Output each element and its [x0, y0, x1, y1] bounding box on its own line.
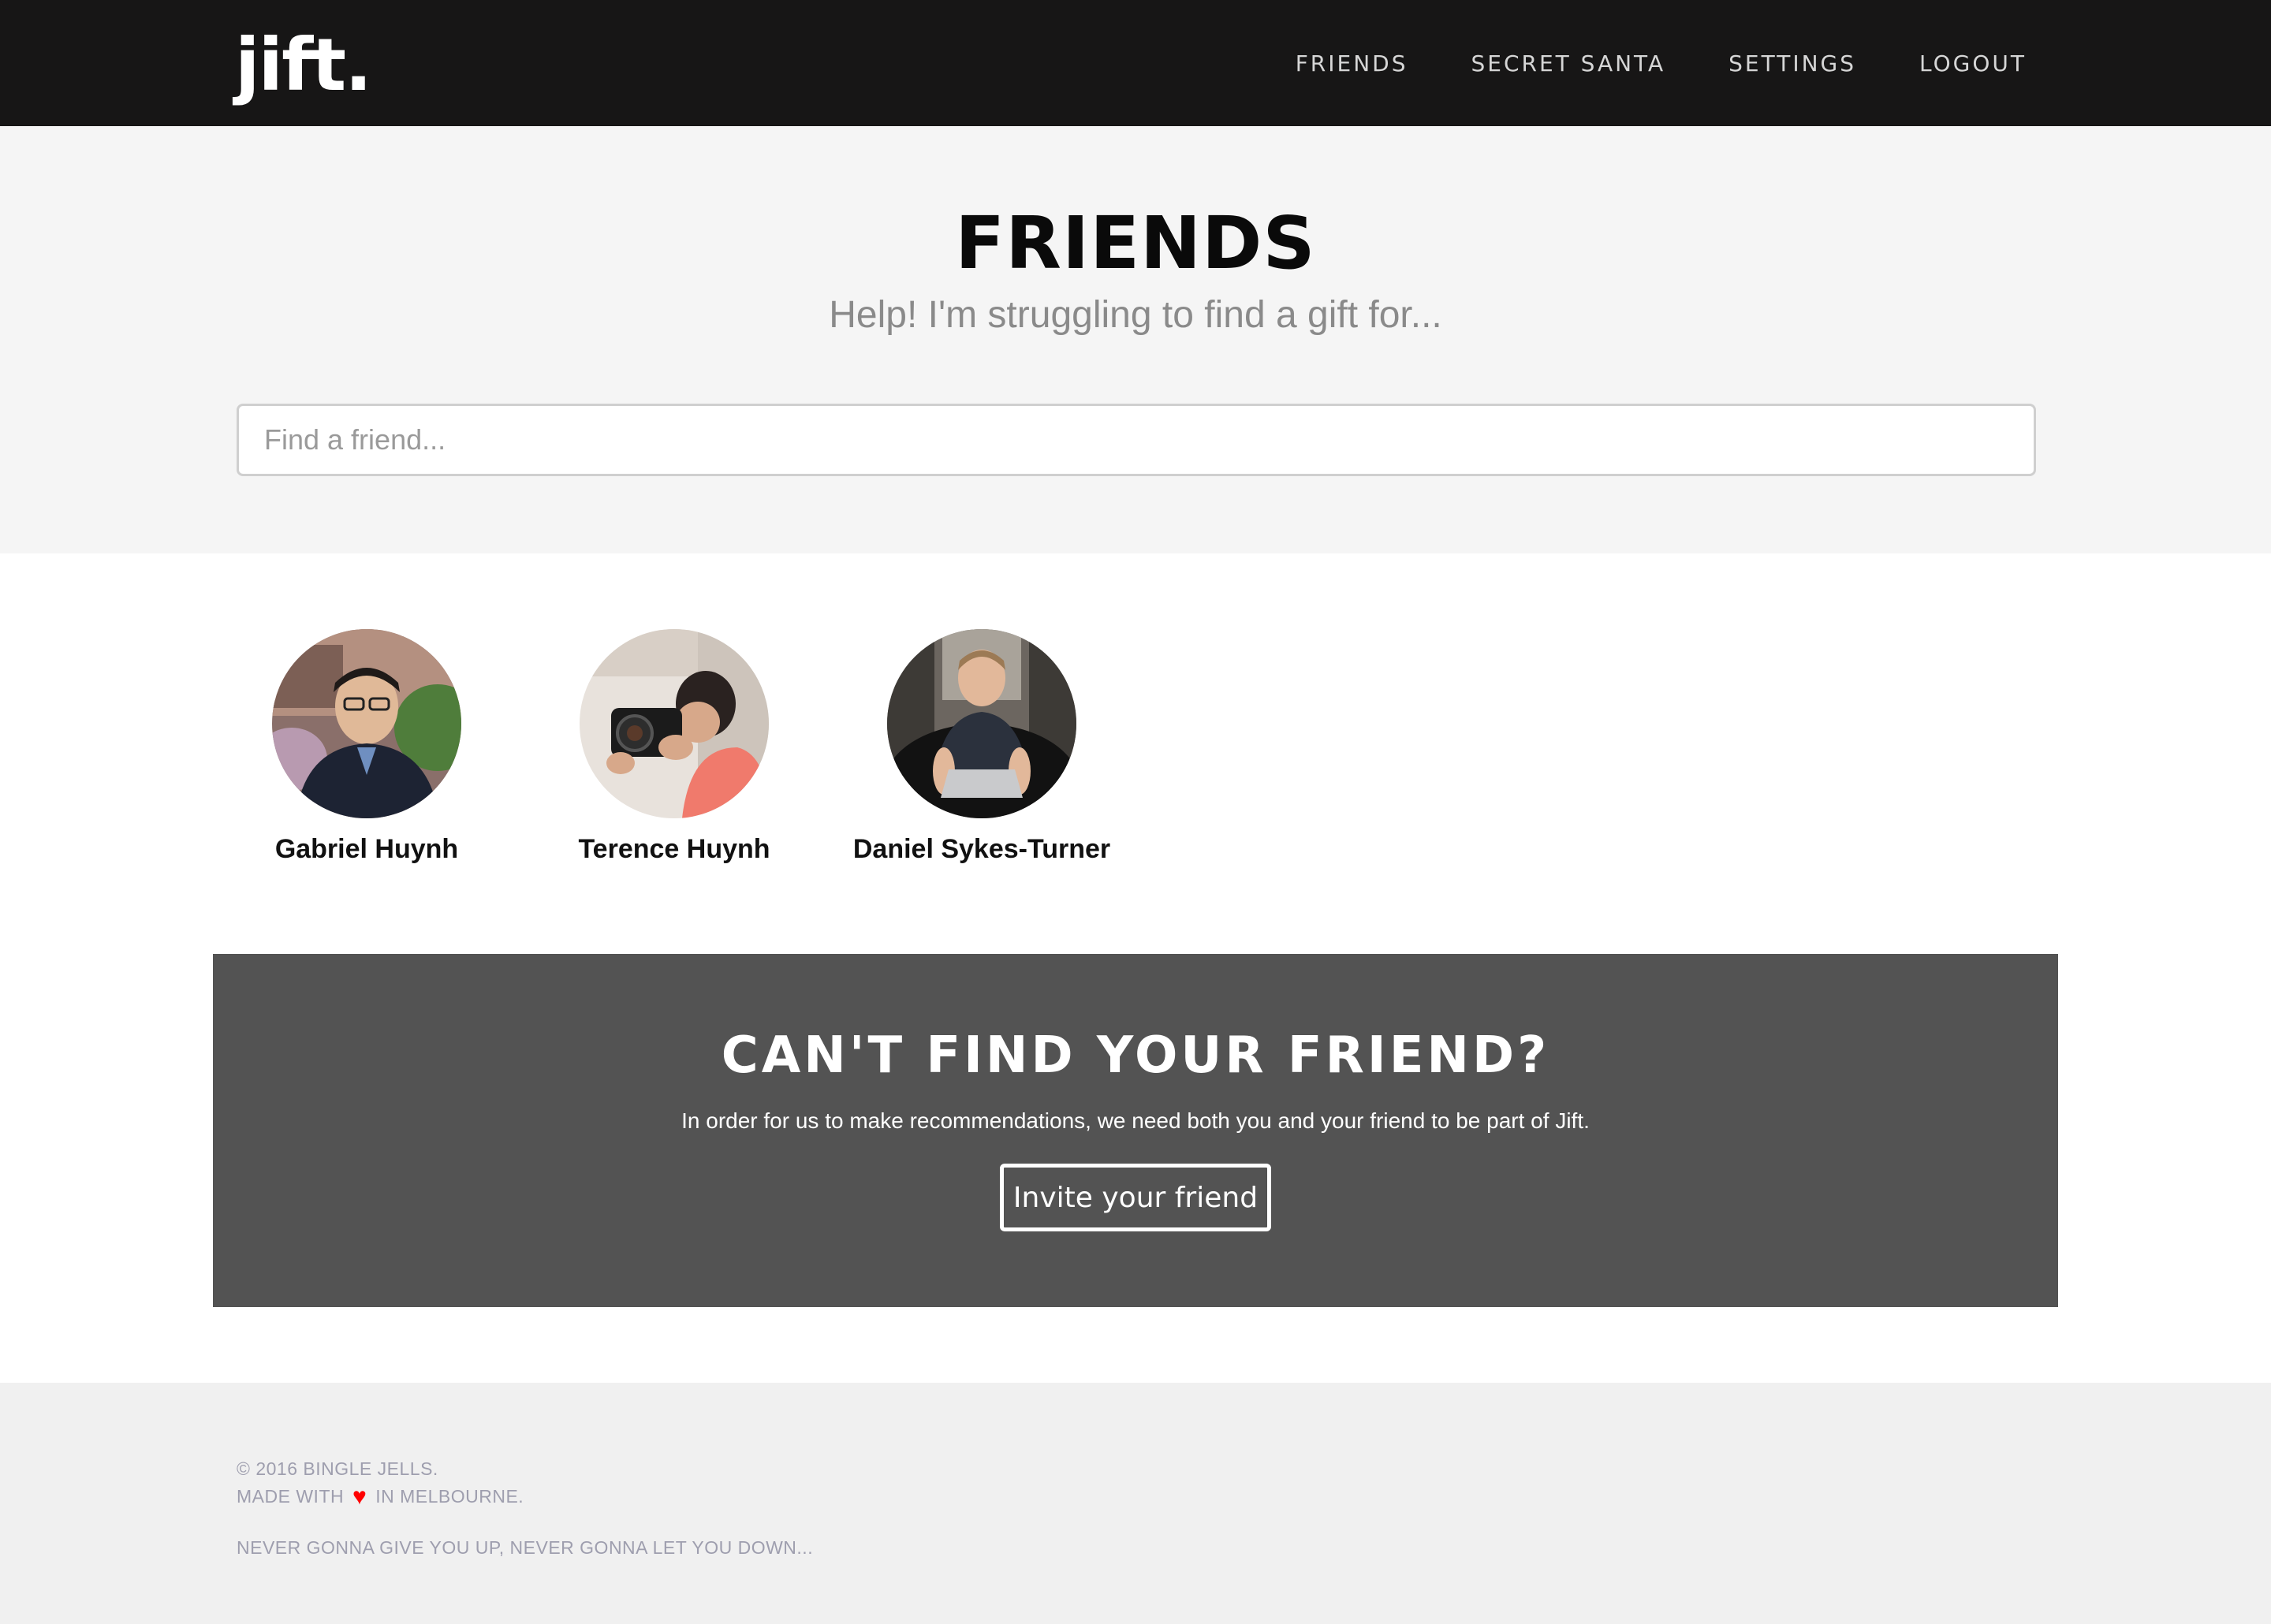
- friend-card-terence-huynh[interactable]: Terence Huynh: [516, 629, 832, 881]
- friend-avatar[interactable]: [887, 629, 1076, 818]
- page-title: FRIENDS: [955, 201, 1316, 285]
- footer-made-with: MADE WITH ♥ IN MELBOURNE.: [237, 1484, 524, 1510]
- terence-huynh-photo: [580, 629, 769, 818]
- nav-settings-link[interactable]: SETTINGS: [1728, 50, 1856, 76]
- footer-tagline: NEVER GONNA GIVE YOU UP, NEVER GONNA LET…: [237, 1537, 814, 1558]
- site-footer: © 2016 BINGLE JELLS. MADE WITH ♥ IN MELB…: [0, 1383, 2271, 1624]
- nav-friends-link[interactable]: FRIENDS: [1296, 50, 1408, 76]
- invite-title: CAN'T FIND YOUR FRIEND?: [721, 1026, 1550, 1085]
- friend-name[interactable]: Daniel Sykes-Turner: [824, 834, 1139, 865]
- friend-avatar[interactable]: [272, 629, 461, 818]
- invite-description: In order for us to make recommendations,…: [681, 1108, 1590, 1133]
- nav-logout-link[interactable]: LOGOUT: [1919, 50, 2027, 76]
- gabriel-huynh-photo: [272, 629, 461, 818]
- friend-name[interactable]: Terence Huynh: [516, 834, 832, 865]
- nav-secret-santa-link[interactable]: SECRET SANTA: [1471, 50, 1666, 76]
- friends-hero: FRIENDS Help! I'm struggling to find a g…: [0, 126, 2271, 553]
- main-nav: FRIENDS SECRET SANTA SETTINGS LOGOUT: [1232, 0, 2027, 126]
- daniel-sykes-turner-photo: [887, 629, 1076, 818]
- made-with-prefix: MADE WITH: [237, 1486, 345, 1507]
- friends-list: Gabriel Huynh Terence Huynh Daniel Sykes…: [0, 553, 2271, 954]
- page-subtitle: Help! I'm struggling to find a gift for.…: [829, 294, 1442, 336]
- find-friend-search-input[interactable]: [237, 404, 2036, 476]
- heart-icon: ♥: [352, 1484, 367, 1510]
- made-with-suffix: IN MELBOURNE.: [375, 1486, 524, 1507]
- friend-name[interactable]: Gabriel Huynh: [209, 834, 524, 865]
- friend-avatar[interactable]: [580, 629, 769, 818]
- top-navbar: jift. FRIENDS SECRET SANTA SETTINGS LOGO…: [0, 0, 2271, 126]
- friend-card-daniel-sykes-turner[interactable]: Daniel Sykes-Turner: [824, 629, 1139, 881]
- invite-panel: CAN'T FIND YOUR FRIEND? In order for us …: [213, 954, 2058, 1307]
- footer-copyright: © 2016 BINGLE JELLS.: [237, 1458, 438, 1479]
- friend-card-gabriel-huynh[interactable]: Gabriel Huynh: [209, 629, 524, 881]
- invite-friend-button[interactable]: Invite your friend: [1000, 1164, 1271, 1231]
- jift-logo[interactable]: jift.: [235, 22, 372, 109]
